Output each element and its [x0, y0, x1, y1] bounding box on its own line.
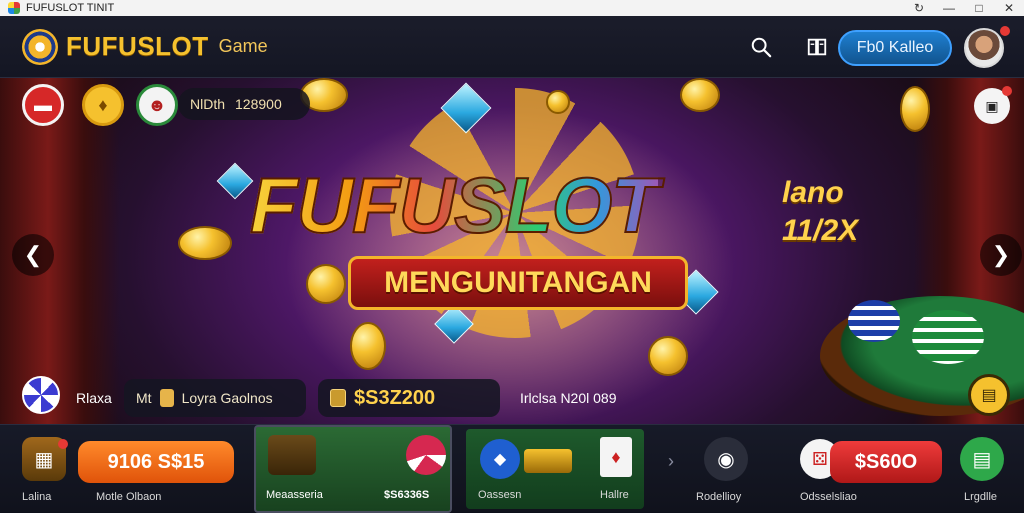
chat-notification-dot	[1002, 86, 1012, 96]
maximize-button[interactable]: □	[964, 1, 994, 15]
window-title-bar: FUFUSLOT TINIT ↻ — □ ✕	[0, 0, 1024, 16]
brand-name[interactable]: FUFUSLOT	[66, 31, 209, 62]
gold-bar-icon	[524, 449, 572, 473]
coin-decoration	[648, 336, 688, 376]
banner-side-text-1: lano	[782, 176, 844, 209]
lock-icon	[159, 389, 174, 407]
info-pill-2[interactable]: $S3Z200	[318, 379, 500, 417]
search-icon[interactable]	[750, 36, 772, 58]
score-label: NlDth	[190, 96, 226, 112]
bottom-label-5: Hallre	[600, 489, 629, 501]
window-controls: ↻ — □ ✕	[904, 1, 1024, 15]
bottom-label-7: Odsselsliao	[800, 491, 857, 503]
hero-banner[interactable]: FUFUSLOT MENGUNITANGAN lano 11/2X ▬ ♦ ☻ …	[0, 78, 1024, 424]
gift-icon[interactable]: ♦	[82, 84, 124, 126]
info-pill-1-text: Loyra Gaolnos	[181, 390, 273, 406]
coin-decoration	[350, 322, 386, 370]
banner-side-text-2: 11/2X	[782, 213, 859, 247]
chevron-right-icon[interactable]: ›	[668, 451, 674, 472]
banner-title: FUFUSLOT	[249, 160, 660, 250]
info-pill-1-wrap: Mt Loyra Gaolnos	[124, 378, 306, 418]
app-icon	[8, 2, 20, 14]
coin-decoration	[680, 78, 720, 112]
shield-icon: ◆	[480, 439, 520, 479]
brand-subtitle: Game	[218, 36, 268, 56]
info-right: Irlclsa N20l 089	[520, 378, 617, 418]
money-bag-icon	[330, 389, 346, 407]
prev-slide-button[interactable]: ❮	[12, 234, 54, 276]
profile-badge-icon[interactable]: ☻	[136, 84, 178, 126]
window-title: FUFUSLOT TINIT	[26, 2, 115, 14]
jackpot-amount: $S3Z200	[354, 386, 436, 409]
minimize-button[interactable]: —	[934, 1, 964, 15]
refresh-icon[interactable]: ↻	[904, 1, 934, 15]
coin-decoration	[178, 226, 232, 260]
top-header: FUFUSLOT Game Fb0 Kalleo	[0, 16, 1024, 78]
bottom-label-8: Lrgdlle	[964, 491, 998, 503]
close-button[interactable]: ✕	[994, 1, 1024, 15]
chip-icon	[22, 376, 60, 414]
notification-dot	[58, 439, 68, 449]
gem-decoration	[216, 162, 254, 200]
bottom-label-4: Oassesn	[478, 489, 522, 501]
chip-stack-decoration	[912, 310, 984, 364]
feature-card-label: Meaasseria	[266, 489, 323, 501]
feature-card-2[interactable]: ◆ ♦ Oassesn Hallre	[466, 429, 644, 509]
info-left-label: Rlaxa	[76, 390, 112, 406]
document-icon[interactable]: ▤	[960, 437, 1004, 481]
card-icon: ♦	[600, 437, 632, 477]
coin-decoration	[900, 86, 930, 132]
next-slide-button[interactable]: ❯	[980, 234, 1022, 276]
ticket-red-icon[interactable]: ▬	[22, 84, 64, 126]
avatar[interactable]	[964, 28, 1004, 68]
banner-subtitle-plate: MENGUNITANGAN	[348, 256, 688, 310]
score-value: 128900	[235, 96, 282, 112]
promo-button-1[interactable]: 9106 S$15	[78, 441, 234, 483]
ticket-icon[interactable]: ▤	[968, 374, 1010, 416]
login-button[interactable]: Fb0 Kalleo	[838, 30, 952, 66]
logo-icon[interactable]	[22, 28, 58, 65]
info-right-text: Irlclsa N20l 089	[520, 390, 617, 406]
info-pill-1-prefix: Mt	[136, 390, 152, 406]
banner-side-text: lano 11/2X	[782, 174, 858, 249]
coin-decoration	[306, 264, 346, 304]
treasure-chest-icon	[268, 435, 316, 475]
banner-subtitle: MENGUNITANGAN	[384, 266, 652, 299]
coin-decoration	[546, 90, 570, 114]
bottom-label-6: Rodellioy	[696, 491, 742, 503]
info-pill-1[interactable]: Mt Loyra Gaolnos	[124, 379, 306, 417]
score-pill: NlDth 128900	[178, 88, 310, 120]
chip-icon	[406, 435, 446, 475]
chip-stack-decoration	[848, 300, 900, 342]
bottom-label-1: Lalina	[22, 491, 52, 503]
notification-dot	[1000, 26, 1010, 36]
book-icon[interactable]	[806, 36, 828, 58]
bottom-label-2: Motle Olbaon	[96, 491, 162, 503]
bottom-nav: ▦ Lalina 9106 S$15 Motle Olbaon Meaasser…	[0, 424, 1024, 513]
info-left: Rlaxa	[76, 378, 112, 418]
feature-card[interactable]: Meaasseria $S6336S	[254, 425, 452, 513]
promo-button-2[interactable]: $S60O	[830, 441, 942, 483]
camera-icon[interactable]: ◉	[704, 437, 748, 481]
info-pill-2-wrap: $S3Z200	[318, 378, 500, 418]
feature-card-amount: $S6336S	[384, 489, 430, 501]
